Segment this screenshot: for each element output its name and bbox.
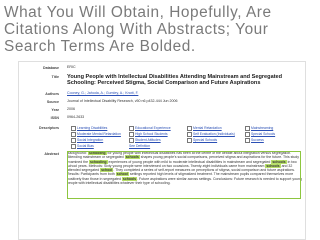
descriptor-checkbox[interactable]	[129, 125, 134, 131]
descriptor-checkbox[interactable]	[129, 131, 134, 137]
issn-row: ISSN 0964-2633	[19, 115, 305, 123]
descriptors-row: Descriptors Learning Disabilities Educati…	[19, 125, 305, 149]
database-row: Database ERIC	[19, 65, 305, 73]
authors-value[interactable]: Cooney, G.; Jahoda, A.; Gumley, A.; Knot…	[67, 91, 302, 96]
source-row: Source Journal of Intellectual Disabilit…	[19, 99, 305, 107]
source-value: Journal of Intellectual Disability Resea…	[67, 99, 178, 103]
abstract-text: Background: Schooling for young people w…	[67, 151, 302, 185]
descriptor-label[interactable]: Success	[251, 138, 264, 142]
descriptors-label: Descriptors	[39, 126, 59, 130]
descriptor-label[interactable]: Mental Retardation	[193, 126, 222, 130]
database-label: Database	[43, 66, 59, 70]
title-row: Title Young People with Intellectual Dis…	[19, 74, 305, 89]
descriptor-label[interactable]: Social Integration	[77, 138, 103, 142]
search-result-screenshot: Database ERIC Title Young People with In…	[18, 61, 306, 240]
year-row: Year 2006	[19, 107, 305, 115]
record-title[interactable]: Young People with Intellectual Disabilit…	[67, 74, 302, 86]
slide-title: What You Will Obtain, Hopefully, Are Cit…	[4, 4, 272, 55]
descriptor-label[interactable]: Self Evaluation (Individuals)	[193, 132, 235, 136]
descriptor-item[interactable]: Social Bias	[67, 143, 125, 149]
source-label: Source	[46, 100, 59, 104]
abstract-label: Abstract	[44, 152, 59, 156]
database-value: ERIC	[67, 65, 76, 69]
descriptor-item[interactable]: Special Schools	[183, 137, 241, 143]
descriptor-label[interactable]: Educational Experience	[135, 126, 171, 130]
descriptor-checkbox[interactable]	[71, 131, 76, 137]
descriptor-label[interactable]: Student Attitudes	[135, 138, 161, 142]
descriptor-item[interactable]: Success	[241, 137, 299, 143]
descriptor-checkbox[interactable]	[71, 137, 76, 143]
abstract-row: Abstract Background: Schooling for young…	[19, 151, 305, 221]
descriptor-checkbox[interactable]	[245, 125, 250, 131]
descriptor-item[interactable]: Student Attitudes	[125, 137, 183, 143]
descriptor-checkbox[interactable]	[71, 143, 76, 149]
issn-value: 0964-2633	[67, 115, 85, 119]
see-definition-link[interactable]: See Definition	[129, 144, 150, 148]
descriptor-checkbox[interactable]	[71, 125, 76, 131]
descriptor-checkbox[interactable]	[245, 137, 250, 143]
title-label: Title	[51, 75, 59, 79]
descriptor-checkbox[interactable]	[129, 137, 134, 143]
descriptor-label[interactable]: Special Schools	[251, 132, 275, 136]
descriptor-checkbox[interactable]	[187, 137, 192, 143]
descriptor-checkbox[interactable]	[245, 131, 250, 137]
descriptor-checkbox[interactable]	[187, 131, 192, 137]
descriptor-label[interactable]: Special Schools	[193, 138, 217, 142]
record-fields: Database ERIC Title Young People with In…	[19, 62, 305, 211]
descriptor-label[interactable]: High School Students	[135, 132, 168, 136]
descriptor-label[interactable]: Moderate Mental Retardation	[77, 132, 121, 136]
descriptor-label[interactable]: Learning Disabilities	[77, 126, 107, 130]
descriptor-checkbox[interactable]	[187, 125, 192, 131]
year-value: 2006	[67, 107, 75, 111]
descriptor-list: Learning Disabilities Educational Experie…	[67, 125, 302, 149]
authors-label: Authors	[45, 92, 59, 96]
authors-row: Authors Cooney, G.; Jahoda, A.; Gumley, …	[19, 91, 305, 99]
descriptor-label[interactable]: Mainstreaming	[251, 126, 273, 130]
issn-label: ISSN	[50, 116, 59, 120]
year-label: Year	[51, 108, 59, 112]
descriptor-label[interactable]: Social Bias	[77, 144, 94, 148]
